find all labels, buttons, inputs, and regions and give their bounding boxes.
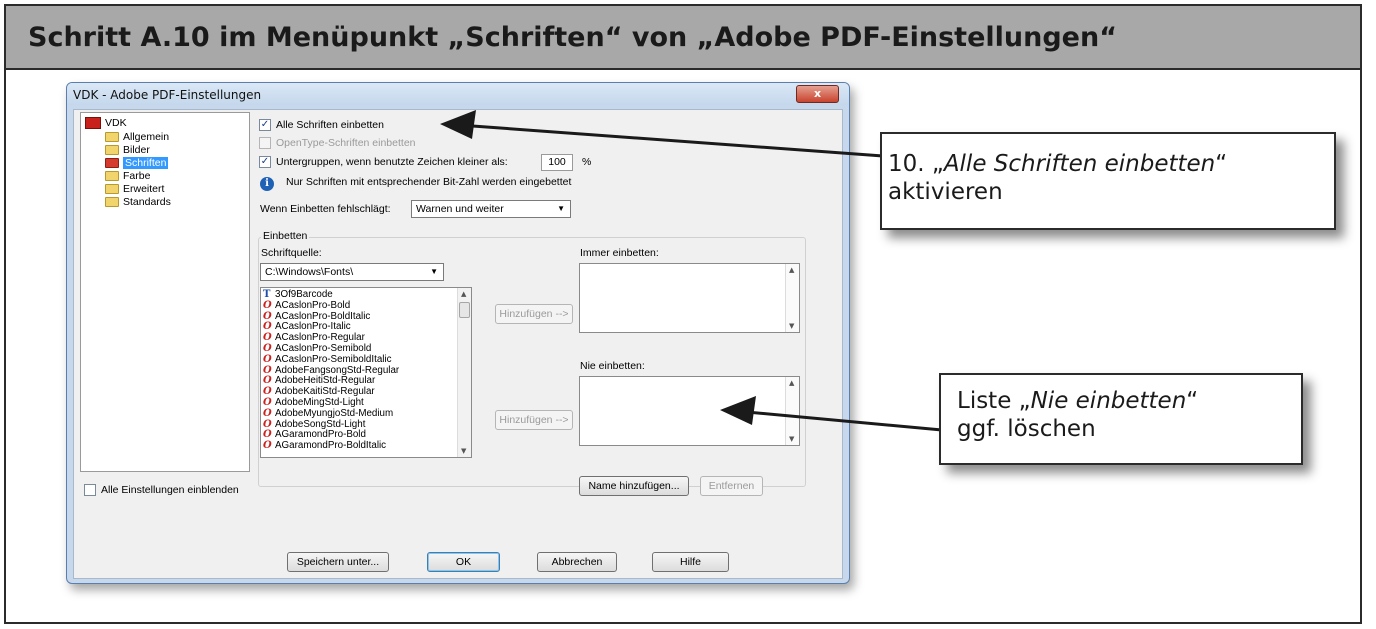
callout-italic: Alle Schriften einbetten bbox=[943, 151, 1216, 177]
callout-suffix: “ bbox=[1186, 388, 1199, 414]
callout-italic: Nie einbetten bbox=[1030, 388, 1187, 414]
callout-line-1: Liste „Nie einbetten“ bbox=[957, 387, 1301, 415]
callout-suffix: “ bbox=[1215, 151, 1228, 177]
callout-prefix: Liste „ bbox=[957, 388, 1031, 414]
callout-embed-all: 10. „Alle Schriften einbetten“ aktiviere… bbox=[880, 132, 1336, 230]
callout-line-1: 10. „Alle Schriften einbetten“ bbox=[888, 150, 1334, 178]
callout-never-embed: Liste „Nie einbetten“ ggf. löschen bbox=[939, 373, 1303, 465]
arrow-to-never-embed bbox=[724, 408, 943, 432]
callout-line-2: aktivieren bbox=[888, 179, 1003, 205]
callout-prefix: 10. „ bbox=[888, 151, 944, 177]
arrowhead-icon bbox=[440, 110, 476, 139]
arrowhead-icon bbox=[720, 396, 756, 425]
callout-line-2: ggf. löschen bbox=[957, 416, 1096, 442]
arrow-to-embed-all bbox=[444, 122, 884, 158]
callout-arrows bbox=[440, 110, 943, 432]
